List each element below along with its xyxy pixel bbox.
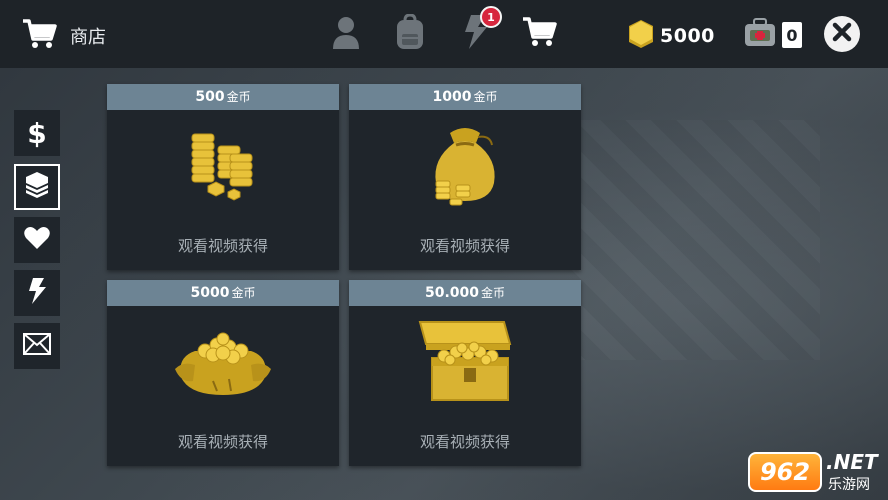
treasure-chest-image — [349, 306, 581, 416]
coin-balance-value: 5000 — [660, 25, 715, 47]
cart-button[interactable] — [522, 16, 558, 52]
offer-card-50000[interactable]: 50.000 金币 观看视频获得 — [349, 280, 581, 466]
watch-video-label: 观看视频获得 — [177, 237, 268, 255]
offer-amount: 1000 — [432, 89, 472, 105]
offer-amount: 500 — [195, 89, 225, 105]
shop-title: 商店 — [22, 18, 106, 54]
offer-header: 500 金币 — [107, 84, 339, 110]
watermark-number: 962 — [748, 452, 822, 492]
watermark-domain: .NET — [826, 450, 878, 474]
offer-header: 5000 金币 — [107, 280, 339, 306]
offer-amount: 5000 — [190, 285, 230, 301]
offer-amount: 50.000 — [424, 285, 479, 301]
offer-card-5000[interactable]: 5000 金币 观看视频获得 — [107, 280, 339, 466]
close-icon — [832, 22, 852, 46]
tab-cash[interactable]: $ — [14, 110, 60, 156]
offer-header: 1000 金币 — [349, 84, 581, 110]
dollar-icon: $ — [27, 116, 47, 150]
coin-stacks-image — [107, 110, 339, 220]
offer-unit: 金币 — [226, 90, 251, 104]
mail-icon — [23, 333, 51, 359]
medkit-icon — [744, 18, 776, 52]
offer-unit: 金币 — [231, 286, 256, 300]
backpack-icon — [395, 13, 425, 54]
tab-coins[interactable] — [14, 164, 60, 210]
heart-icon — [24, 226, 50, 254]
tab-energy[interactable] — [14, 270, 60, 316]
offer-card-500[interactable]: 500 金币 观看视频获得 — [107, 84, 339, 270]
site-watermark: 962 .NET 乐游网 — [748, 448, 884, 496]
person-icon — [331, 15, 361, 53]
shopping-cart-icon — [522, 16, 558, 52]
watch-video-label: 观看视频获得 — [419, 433, 510, 451]
coin-icon — [626, 18, 656, 54]
medkit-count: 0 — [782, 22, 802, 48]
page-title: 商店 — [70, 27, 106, 48]
offer-unit: 金币 — [473, 90, 498, 104]
backpack-button[interactable] — [392, 13, 428, 54]
close-button[interactable] — [824, 16, 860, 52]
coin-sack-image — [349, 110, 581, 220]
offer-unit: 金币 — [481, 286, 506, 300]
shopping-cart-icon — [22, 18, 58, 54]
offer-card-1000[interactable]: 1000 金币 观看视频获得 — [349, 84, 581, 270]
watch-video-label: 观看视频获得 — [419, 237, 510, 255]
lightning-icon — [27, 277, 47, 309]
notification-badge: 1 — [480, 6, 502, 28]
offer-header: 50.000 金币 — [349, 280, 581, 306]
top-bar: 商店 1 5000 0 — [0, 0, 888, 68]
tab-favorites[interactable] — [14, 217, 60, 263]
watermark-subtitle: 乐游网 — [828, 477, 870, 493]
tab-mail[interactable] — [14, 323, 60, 369]
watch-video-label: 观看视频获得 — [177, 433, 268, 451]
coin-stack-icon — [23, 170, 51, 204]
profile-button[interactable] — [328, 16, 364, 52]
open-coin-bag-image — [107, 306, 339, 416]
medkit-counter: 0 — [744, 18, 802, 52]
coin-balance: 5000 — [626, 18, 715, 54]
